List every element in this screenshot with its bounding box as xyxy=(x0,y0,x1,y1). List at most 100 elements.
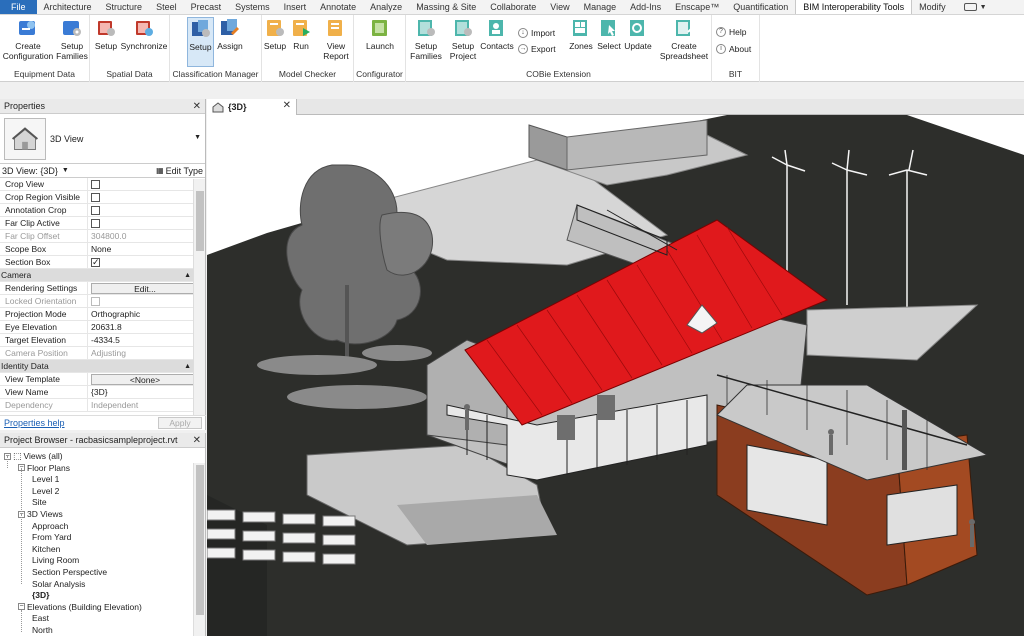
property-value[interactable]: Orthographic xyxy=(88,308,205,320)
tab-view[interactable]: View xyxy=(543,0,576,14)
close-icon[interactable]: ✕ xyxy=(193,435,201,446)
tree-label: East xyxy=(32,613,50,624)
property-value[interactable]: None xyxy=(88,243,205,255)
close-icon[interactable]: ✕ xyxy=(283,100,291,111)
project-browser: Project Browser - racbasicsampleproject.… xyxy=(0,433,206,636)
property-checkbox[interactable] xyxy=(91,180,100,189)
tab-analyze[interactable]: Analyze xyxy=(363,0,409,14)
property-button[interactable]: Edit... xyxy=(91,283,199,294)
tab-insert[interactable]: Insert xyxy=(277,0,314,14)
collapse-icon[interactable]: ▲ xyxy=(184,269,191,282)
ribbon-tab-bar: File Architecture Structure Steel Precast Sys… xyxy=(0,0,1024,15)
tab-massing-site[interactable]: Massing & Site xyxy=(409,0,483,14)
tree-item[interactable]: Living Room xyxy=(32,554,79,566)
tree-item[interactable]: Solar Analysis xyxy=(32,578,85,590)
model-checker-setup-button[interactable]: Setup xyxy=(262,17,288,51)
tab-structure[interactable]: Structure xyxy=(99,0,150,14)
cobie-update-button[interactable]: Update xyxy=(622,17,654,51)
property-value[interactable]: {3D} xyxy=(88,386,205,398)
property-value[interactable]: -4334.5 xyxy=(88,334,205,346)
property-checkbox[interactable] xyxy=(91,256,100,268)
apply-button[interactable]: Apply xyxy=(158,417,202,429)
tree-item[interactable]: East xyxy=(32,612,49,624)
properties-panel: Properties ✕ 3D View ▼ 3D View: {3D} ▼ ▦… xyxy=(0,99,206,430)
configurator-launch-button[interactable]: Launch xyxy=(362,17,398,51)
property-section-header[interactable]: Camera ▲ xyxy=(0,269,205,282)
model-checker-run-button[interactable]: Run xyxy=(289,17,313,51)
tab-add-ins[interactable]: Add-Ins xyxy=(623,0,668,14)
scrollbar-thumb[interactable] xyxy=(196,465,204,615)
tree-item[interactable]: {3D} xyxy=(32,589,49,601)
tab-quantification[interactable]: Quantification xyxy=(726,0,795,14)
collapse-icon[interactable]: ▲ xyxy=(184,360,191,373)
dropdown-arrow-icon[interactable]: ▼ xyxy=(62,167,69,174)
property-name: Crop Region Visible xyxy=(0,191,88,203)
3d-viewport[interactable] xyxy=(207,115,1024,636)
tree-folder[interactable]: −3D Views xyxy=(18,508,63,520)
tab-steel[interactable]: Steel xyxy=(149,0,184,14)
tab-precast[interactable]: Precast xyxy=(184,0,229,14)
view-report-button[interactable]: View Report xyxy=(320,17,352,61)
tree-item[interactable]: Kitchen xyxy=(32,543,60,555)
property-button[interactable]: <None> xyxy=(91,374,199,385)
tree-item[interactable]: Level 1 xyxy=(32,473,59,485)
tab-modify[interactable]: Modify xyxy=(912,0,953,14)
properties-scrollbar[interactable] xyxy=(193,179,205,416)
tab-systems[interactable]: Systems xyxy=(228,0,277,14)
ribbon-display-toggle[interactable]: ▼ xyxy=(957,0,994,14)
tab-manage[interactable]: Manage xyxy=(577,0,624,14)
cobie-setup-project-button[interactable]: Setup Project xyxy=(448,17,478,61)
view-tab-3d[interactable]: {3D} ✕ xyxy=(207,99,297,115)
browser-scrollbar[interactable] xyxy=(193,463,205,636)
synchronize-button[interactable]: Synchronize xyxy=(120,17,168,51)
close-icon[interactable]: ✕ xyxy=(193,101,201,112)
cobie-setup-families-button[interactable]: Setup Families xyxy=(408,17,444,61)
tab-enscape[interactable]: Enscape™ xyxy=(668,0,726,14)
properties-help-link[interactable]: Properties help xyxy=(4,418,65,428)
tree-item[interactable]: Section Perspective xyxy=(32,566,107,578)
type-selector[interactable]: 3D View ▼ xyxy=(0,114,205,164)
property-value[interactable]: 20631.8 xyxy=(88,321,205,333)
property-value xyxy=(88,204,205,216)
scrollbar-thumb[interactable] xyxy=(196,191,204,251)
cobie-zones-button[interactable]: Zones xyxy=(566,17,596,51)
tree-item[interactable]: Level 2 xyxy=(32,485,59,497)
tab-bim-interoperability-tools[interactable]: BIM Interoperability Tools xyxy=(795,0,913,14)
tree-folder[interactable]: − Elevations (Building Elevation) xyxy=(18,601,142,613)
create-spreadsheet-button[interactable]: Create Spreadsheet xyxy=(658,17,710,61)
setup-families-button[interactable]: Setup Families xyxy=(56,17,88,61)
view-tab-bar: {3D} ✕ xyxy=(207,99,1024,115)
tree-item[interactable]: From Yard xyxy=(32,531,71,543)
tree-folder[interactable]: − Floor Plans xyxy=(18,462,70,474)
model-checker-setup-icon xyxy=(267,20,284,36)
bit-help-button[interactable]: ? Help xyxy=(716,27,746,37)
instance-filter[interactable]: 3D View: {3D} xyxy=(2,166,58,176)
tab-architecture[interactable]: Architecture xyxy=(37,0,99,14)
property-checkbox[interactable] xyxy=(91,193,100,202)
tab-file[interactable]: File xyxy=(0,0,37,14)
tree-guide-line xyxy=(7,456,8,468)
spatial-setup-icon xyxy=(98,21,115,36)
tree-item[interactable]: Approach xyxy=(32,520,68,532)
bit-about-button[interactable]: i About xyxy=(716,44,751,54)
cobie-contacts-button[interactable]: Contacts xyxy=(479,17,515,51)
cobie-export-button[interactable]: → Export xyxy=(518,44,556,54)
tab-annotate[interactable]: Annotate xyxy=(313,0,363,14)
property-name: Target Elevation xyxy=(0,334,88,346)
classification-assign-button[interactable]: Assign xyxy=(216,17,244,51)
panel-toggle-icon xyxy=(963,3,977,11)
edit-type-button[interactable]: ▦ Edit Type xyxy=(156,166,203,176)
spatial-setup-button[interactable]: Setup xyxy=(93,17,119,51)
cobie-select-button[interactable]: Select xyxy=(596,17,622,51)
tab-collaborate[interactable]: Collaborate xyxy=(483,0,543,14)
property-checkbox[interactable] xyxy=(91,206,100,215)
section-title: Identity Data xyxy=(1,361,49,371)
property-checkbox[interactable] xyxy=(91,219,100,228)
tree-item[interactable]: North xyxy=(32,624,53,636)
tree-item[interactable]: Site xyxy=(32,496,47,508)
tree-root[interactable]: − ⬚ Views (all) xyxy=(4,450,63,462)
property-section-header[interactable]: Identity Data ▲ xyxy=(0,360,205,373)
cobie-import-button[interactable]: ↓ Import xyxy=(518,28,555,38)
create-configuration-button[interactable]: Create Configuration xyxy=(2,17,54,61)
classification-setup-button[interactable]: Setup xyxy=(187,17,214,67)
